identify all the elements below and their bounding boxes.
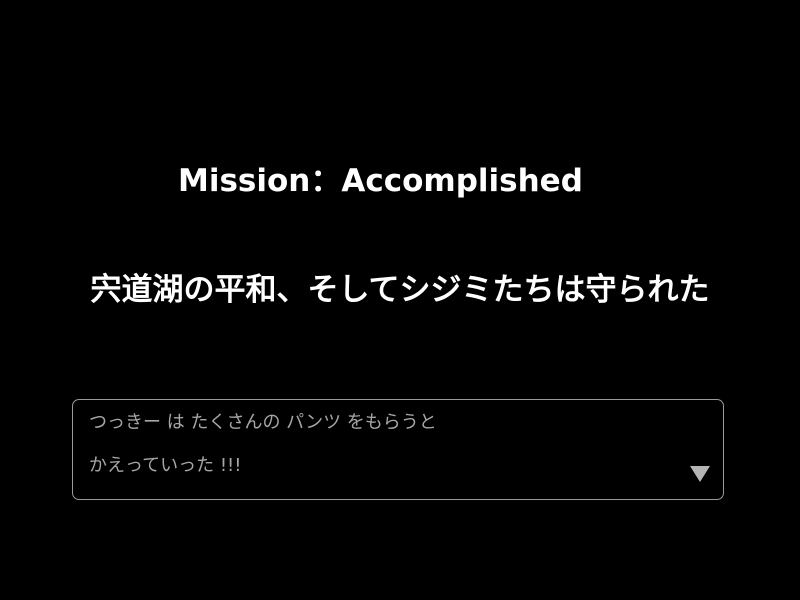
mission-subtitle: 宍道湖の平和、そしてシジミたちは守られた — [90, 272, 710, 308]
triangle-down-icon[interactable] — [690, 466, 710, 482]
message-line-1: つっきー は たくさんの パンツ をもらうと — [89, 412, 437, 433]
game-screen: Mission：Accomplished 宍道湖の平和、そしてシジミたちは守られ… — [0, 0, 800, 600]
mission-title: Mission：Accomplished — [178, 163, 583, 199]
message-window[interactable]: つっきー は たくさんの パンツ をもらうと かえっていった !!! — [72, 399, 724, 500]
message-line-2: かえっていった !!! — [89, 455, 242, 476]
